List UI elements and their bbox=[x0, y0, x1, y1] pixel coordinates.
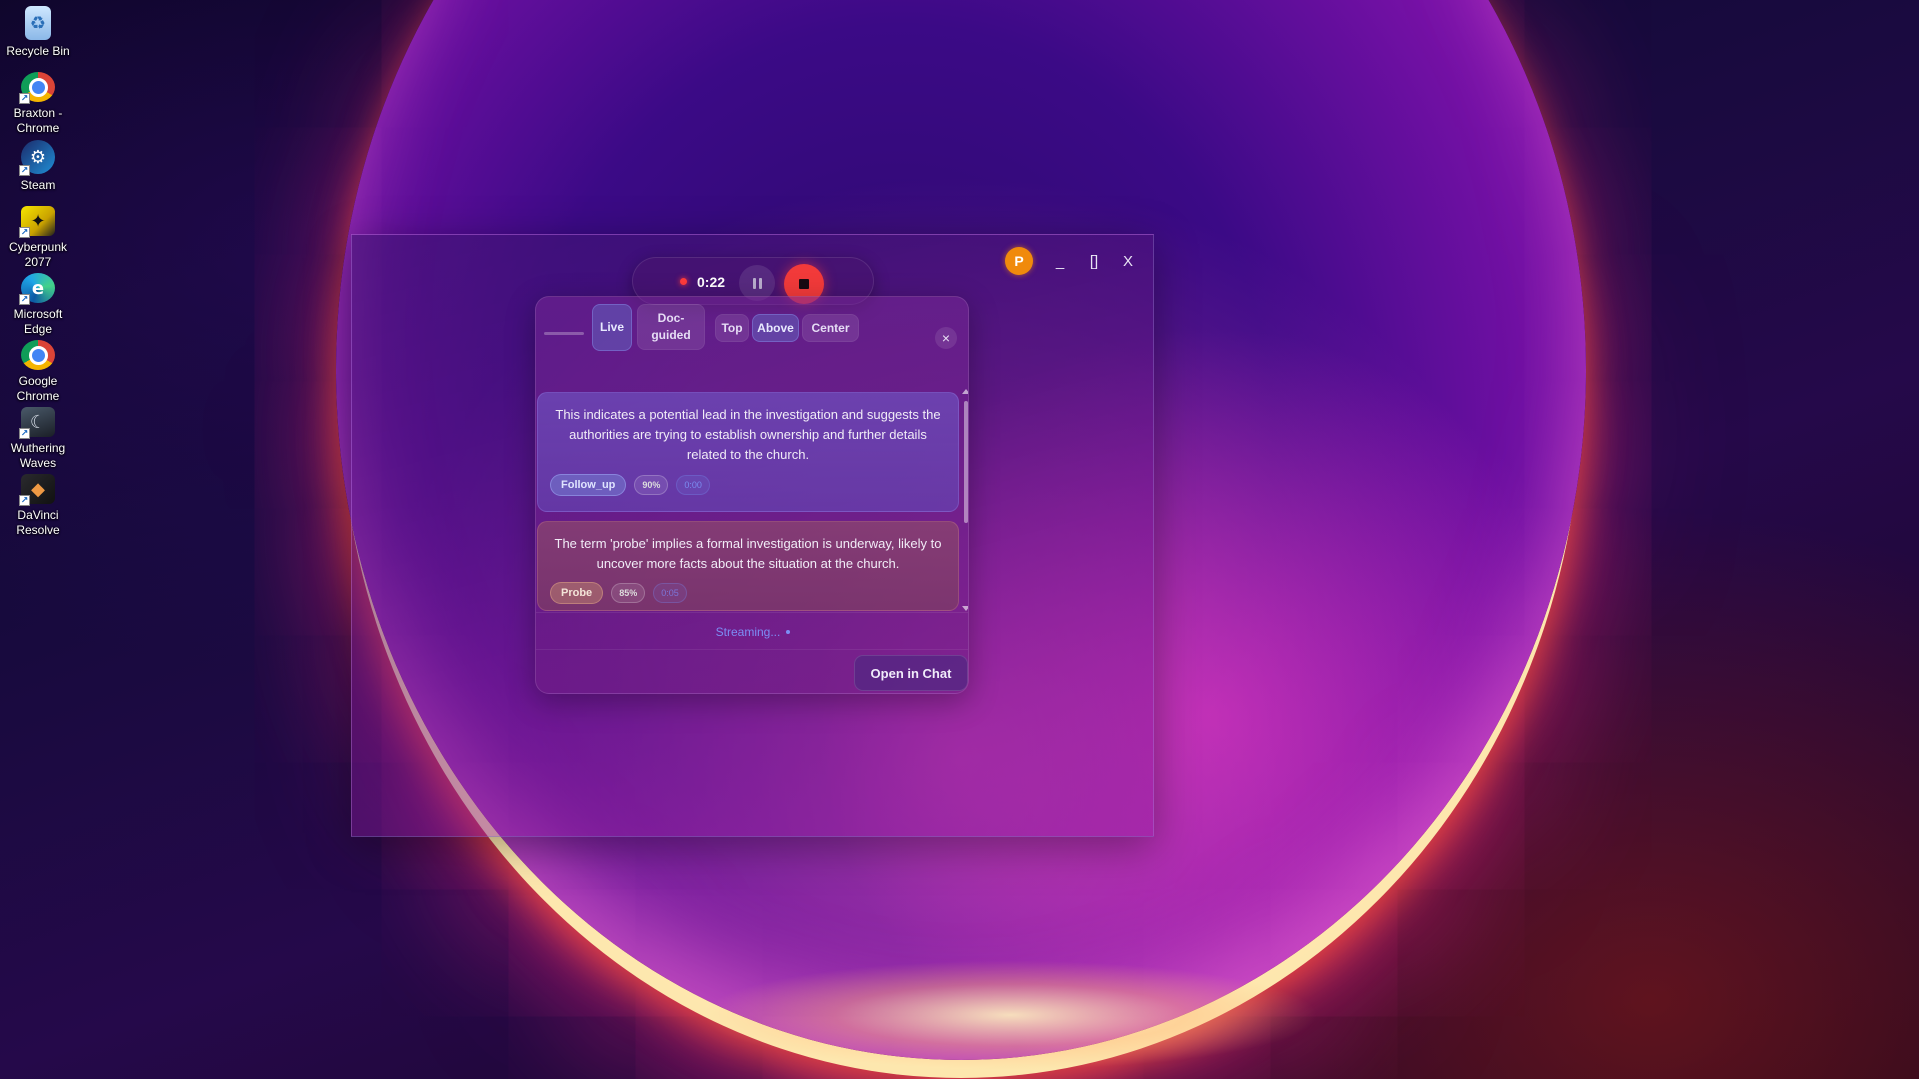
user-avatar[interactable]: P bbox=[1005, 247, 1033, 275]
wallpaper-glow bbox=[700, 960, 1320, 1070]
live-insights-panel: Live Doc-guided Top Above Center × This … bbox=[535, 296, 969, 694]
status-row: Streaming... bbox=[536, 612, 968, 650]
drag-handle[interactable] bbox=[544, 332, 584, 335]
desktop-icon-label: Cyberpunk 2077 bbox=[8, 240, 68, 269]
scroll-up-arrow-icon[interactable] bbox=[962, 389, 968, 394]
desktop-icon-google-chrome[interactable]: Google Chrome bbox=[3, 340, 73, 404]
desktop-icon-label: Recycle Bin bbox=[6, 44, 70, 58]
pause-icon bbox=[752, 277, 756, 289]
scroll-down-arrow-icon[interactable] bbox=[962, 606, 968, 611]
desktop-icon-label: DaVinci Resolve bbox=[16, 508, 60, 537]
insight-tags: Probe 85% 0:05 bbox=[550, 582, 687, 604]
steam-icon: ⚙ ↗ bbox=[19, 140, 55, 176]
insight-type-badge[interactable]: Follow_up bbox=[550, 474, 627, 496]
wuthering-waves-icon: ☾ ↗ bbox=[19, 407, 55, 439]
desktop-icon-wuthering-waves[interactable]: ☾ ↗ Wuthering Waves bbox=[3, 407, 73, 471]
desktop-icon-label: Google Chrome bbox=[16, 374, 60, 403]
pause-icon bbox=[758, 277, 762, 289]
desktop-icon-label: Steam bbox=[20, 178, 56, 192]
chrome-icon bbox=[21, 340, 55, 370]
desktop-icon-davinci-resolve[interactable]: ◆ ↗ DaVinci Resolve bbox=[3, 474, 73, 538]
chrome-icon: ↗ bbox=[19, 72, 55, 104]
desktop-icon-label: Microsoft Edge bbox=[13, 307, 63, 336]
window-controls: P _ [] X bbox=[1005, 247, 1135, 275]
mode-doc-guided-button[interactable]: Doc-guided bbox=[637, 304, 705, 350]
position-top-button[interactable]: Top bbox=[715, 314, 749, 342]
position-center-button[interactable]: Center bbox=[802, 314, 859, 342]
close-panel-button[interactable]: × bbox=[935, 327, 957, 349]
desktop-icon-recycle-bin[interactable]: ♻ Recycle Bin bbox=[3, 6, 73, 70]
desktop-icon-steam[interactable]: ⚙ ↗ Steam bbox=[3, 140, 73, 204]
open-in-chat-button[interactable]: Open in Chat bbox=[854, 655, 968, 691]
desktop-icon-edge[interactable]: e ↗ Microsoft Edge bbox=[3, 273, 73, 337]
stop-icon bbox=[799, 279, 809, 289]
insight-tags: Follow_up 90% 0:00 bbox=[550, 474, 710, 496]
insight-type-badge[interactable]: Probe bbox=[550, 582, 604, 604]
desktop-icon-cyberpunk[interactable]: ✦ ↗ Cyberpunk 2077 bbox=[3, 206, 73, 270]
desktop-icon-braxton-chrome[interactable]: ↗ Braxton - Chrome bbox=[3, 72, 73, 136]
position-above-button[interactable]: Above bbox=[752, 314, 799, 342]
insight-card: This indicates a potential lead in the i… bbox=[537, 392, 959, 512]
scrollbar-thumb[interactable] bbox=[964, 401, 968, 523]
insight-card: The term 'probe' implies a formal invest… bbox=[537, 521, 959, 611]
streaming-dot-icon bbox=[786, 629, 791, 634]
cyberpunk-icon: ✦ ↗ bbox=[19, 206, 55, 238]
timestamp-badge[interactable]: 0:00 bbox=[676, 475, 710, 495]
desktop-icon-label: Braxton - Chrome bbox=[13, 106, 63, 135]
maximize-button[interactable]: [] bbox=[1087, 253, 1101, 270]
close-window-button[interactable]: X bbox=[1121, 253, 1135, 270]
recording-indicator-icon bbox=[680, 278, 687, 285]
recycle-bin-icon: ♻ bbox=[25, 6, 51, 40]
edge-icon: e ↗ bbox=[19, 273, 55, 305]
davinci-resolve-icon: ◆ ↗ bbox=[19, 474, 55, 506]
minimize-button[interactable]: _ bbox=[1053, 253, 1067, 270]
mode-live-button[interactable]: Live bbox=[592, 304, 632, 351]
desktop-icon-label: Wuthering Waves bbox=[10, 441, 66, 470]
insight-text: This indicates a potential lead in the i… bbox=[555, 407, 941, 462]
scrollbar[interactable] bbox=[962, 389, 968, 611]
confidence-badge: 85% bbox=[611, 583, 646, 603]
assistant-window: P _ [] X 0:22 Live Doc-guided Top Above … bbox=[351, 234, 1154, 837]
confidence-badge: 90% bbox=[634, 475, 669, 495]
streaming-status: Streaming... bbox=[715, 624, 781, 639]
timestamp-badge[interactable]: 0:05 bbox=[653, 583, 687, 603]
insight-text: The term 'probe' implies a formal invest… bbox=[554, 536, 942, 571]
footer-divider bbox=[536, 649, 968, 650]
recording-time: 0:22 bbox=[697, 274, 726, 290]
